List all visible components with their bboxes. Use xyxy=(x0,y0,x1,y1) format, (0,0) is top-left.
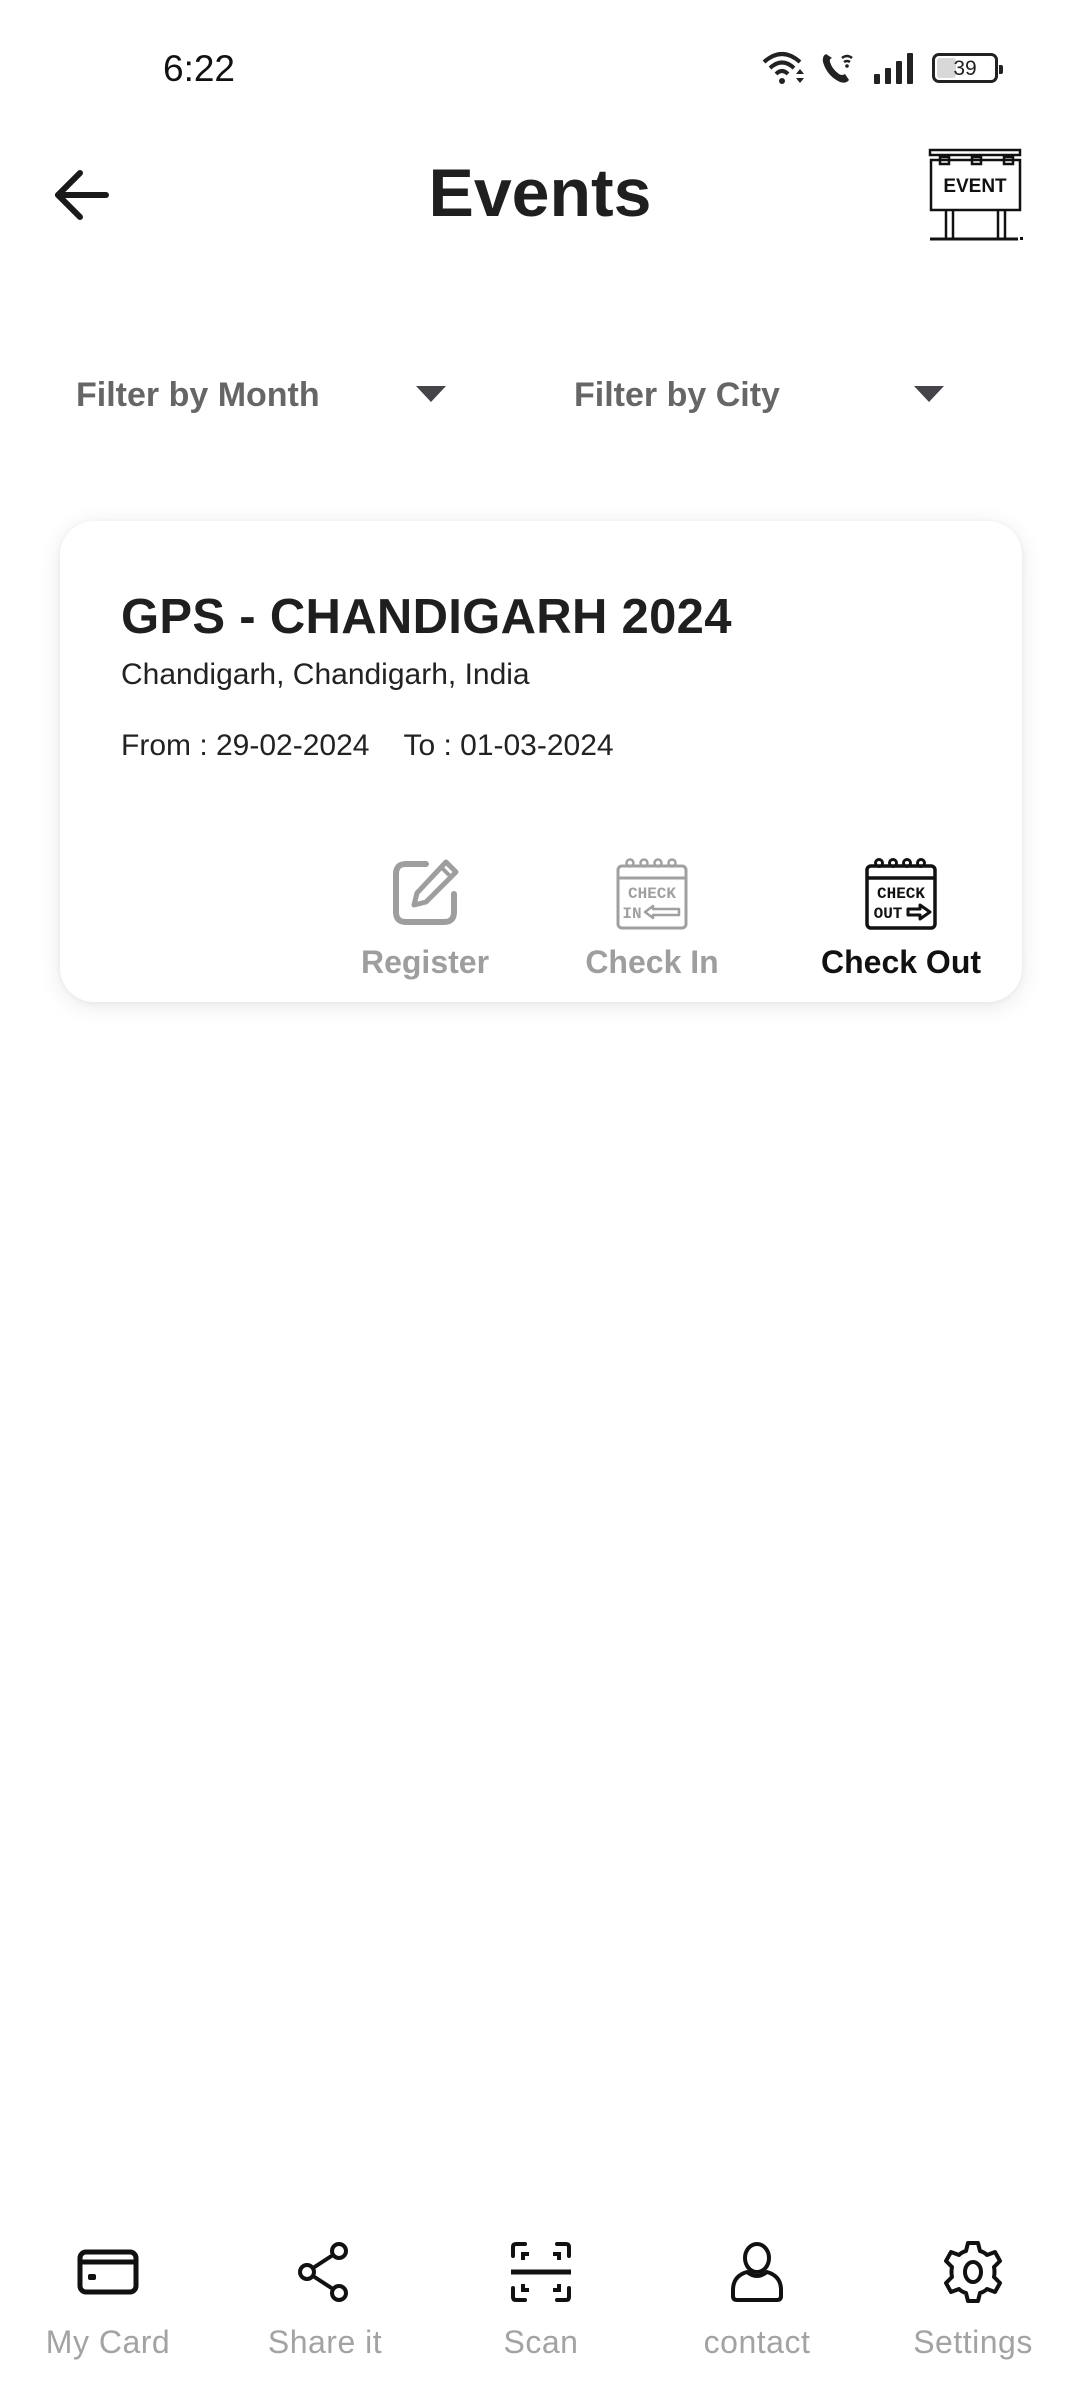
filter-city-label: Filter by City xyxy=(574,375,780,414)
credit-card-icon xyxy=(77,2249,139,2295)
nav-contact[interactable]: contact xyxy=(657,2240,857,2361)
check-in-icon-text: CHECK xyxy=(628,885,676,903)
filter-by-month-dropdown[interactable]: Filter by Month xyxy=(76,360,446,430)
nav-scan[interactable]: Scan xyxy=(441,2240,641,2361)
check-out-calendar-icon: CHECK OUT xyxy=(865,858,937,930)
status-bar: 6:22 39 xyxy=(0,0,1080,140)
bottom-navigation: My Card Share it Scan contact Settings xyxy=(0,2240,1080,2380)
nav-label-scan: Scan xyxy=(503,2324,579,2360)
event-card[interactable]: GPS - CHANDIGARH 2024 Chandigarh, Chandi… xyxy=(60,521,1022,1002)
event-from-date: From : 29-02-2024 xyxy=(121,729,370,762)
wifi-icon xyxy=(762,50,804,86)
battery-level: 39 xyxy=(953,56,977,80)
register-label: Register xyxy=(360,944,490,980)
signal-icon xyxy=(872,52,916,84)
scan-icon xyxy=(511,2242,571,2302)
register-button[interactable]: Register xyxy=(345,856,505,981)
check-out-label: Check Out xyxy=(820,944,982,980)
app-header: Events EVENT xyxy=(0,140,1080,250)
check-in-button[interactable]: CHECK IN Check In xyxy=(572,856,732,981)
status-time: 6:22 xyxy=(163,48,236,89)
user-icon xyxy=(731,2242,783,2302)
wifi-call-icon xyxy=(820,50,856,86)
check-in-icon-text-bottom: IN xyxy=(622,905,641,923)
nav-label-my-card: My Card xyxy=(45,2324,171,2360)
nav-label-settings: Settings xyxy=(913,2324,1033,2360)
check-in-label: Check In xyxy=(585,944,719,980)
event-signboard-icon: EVENT xyxy=(928,148,1024,242)
nav-settings[interactable]: Settings xyxy=(873,2240,1073,2361)
event-to-date: To : 01-03-2024 xyxy=(403,729,614,762)
gear-icon xyxy=(944,2241,1002,2303)
battery-icon: 39 xyxy=(932,53,1003,83)
check-out-icon-text: CHECK xyxy=(877,885,925,903)
edit-icon xyxy=(393,859,459,925)
nav-share-it[interactable]: Share it xyxy=(225,2240,425,2361)
check-out-icon-text-bottom: OUT xyxy=(874,905,903,923)
status-icons: 39 xyxy=(762,50,1003,86)
nav-my-card[interactable]: My Card xyxy=(8,2240,208,2361)
caret-down-icon xyxy=(416,386,446,402)
share-icon xyxy=(298,2242,348,2302)
check-in-calendar-icon: CHECK IN xyxy=(616,858,688,930)
filter-month-label: Filter by Month xyxy=(76,375,320,414)
caret-down-icon xyxy=(914,386,944,402)
nav-label-contact: contact xyxy=(703,2324,811,2360)
logo-text: EVENT xyxy=(943,176,1007,197)
filter-by-city-dropdown[interactable]: Filter by City xyxy=(574,360,944,430)
event-title: GPS - CHANDIGARH 2024 xyxy=(121,590,732,644)
event-location: Chandigarh, Chandigarh, India xyxy=(121,658,530,691)
check-out-button[interactable]: CHECK OUT Check Out xyxy=(801,856,1001,981)
events-screen: 6:22 39 Events EVENT Filter by Month Fil… xyxy=(0,0,1080,2400)
page-title: Events xyxy=(428,155,652,231)
nav-label-share-it: Share it xyxy=(267,2324,383,2360)
event-dates: From : 29-02-2024 To : 01-03-2024 xyxy=(121,729,614,763)
event-actions: Register CHECK IN Check In CHECK OUT Che… xyxy=(60,856,1022,996)
